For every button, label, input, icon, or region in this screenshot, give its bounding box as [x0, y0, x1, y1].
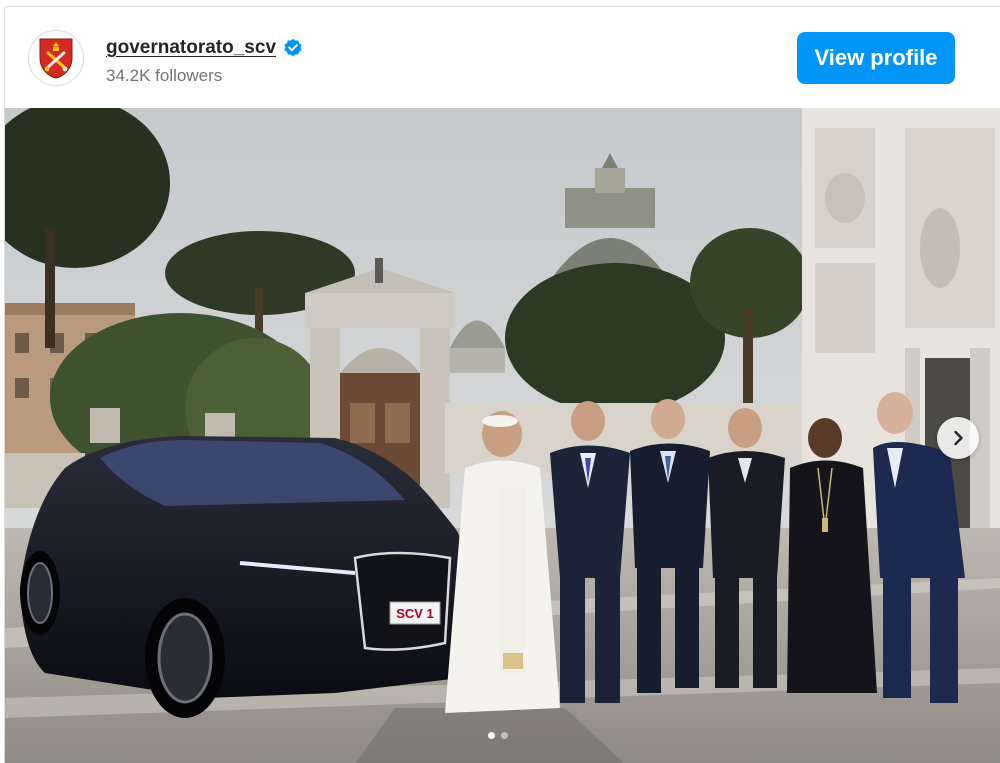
chevron-right-icon	[954, 430, 963, 446]
next-slide-button[interactable]	[937, 417, 979, 459]
profile-avatar[interactable]	[28, 30, 84, 86]
photo-scene: SCV 1	[5, 108, 1000, 763]
post-photo[interactable]: SCV 1	[5, 108, 1000, 763]
carousel-dot-active	[488, 732, 495, 739]
follower-count: 34.2K followers	[106, 66, 223, 85]
verified-badge-icon	[284, 38, 302, 57]
instagram-embed: governatorato_scv 34.2K followers View p…	[4, 6, 1000, 763]
view-profile-button[interactable]: View profile	[797, 32, 955, 84]
carousel-dot	[501, 732, 508, 739]
license-plate: SCV 1	[396, 606, 434, 621]
post-header: governatorato_scv 34.2K followers View p…	[5, 7, 1000, 108]
vatican-coat-of-arms-icon	[39, 38, 73, 79]
carousel-indicator	[488, 732, 508, 739]
username-row: governatorato_scv	[106, 37, 303, 59]
username-link[interactable]: governatorato_scv	[106, 37, 276, 59]
